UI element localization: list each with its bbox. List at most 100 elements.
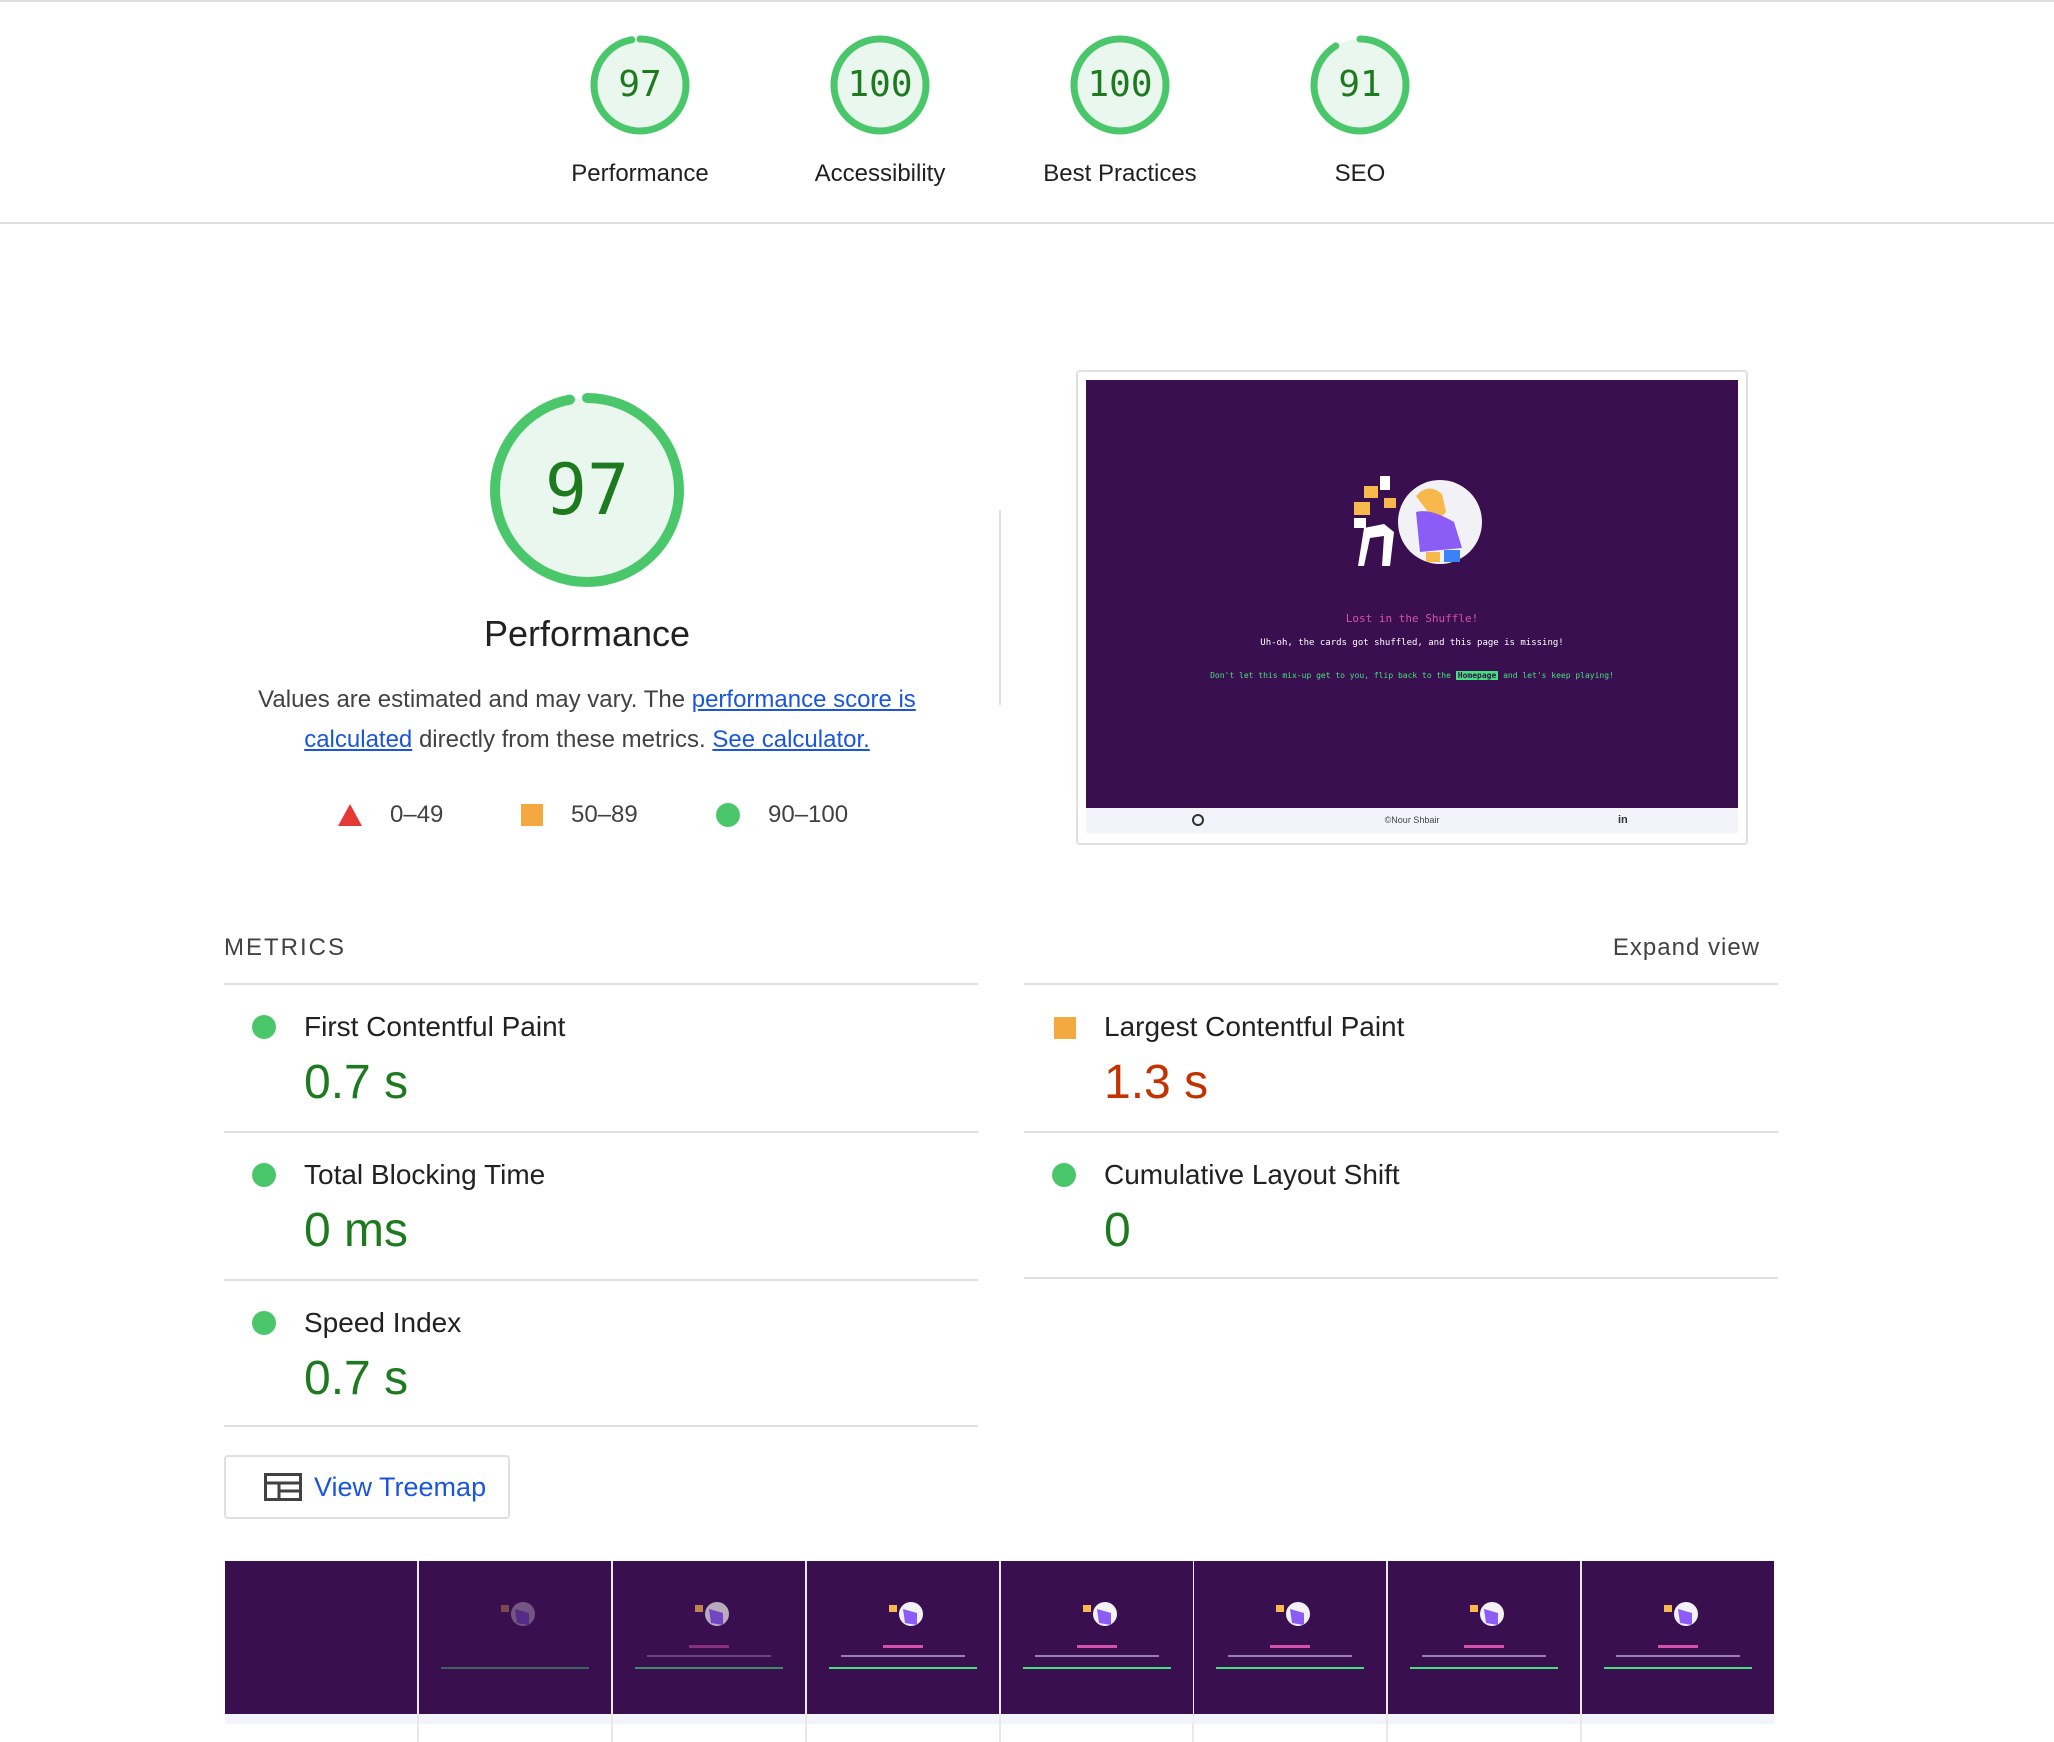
metric-name: Speed Index [304, 1307, 462, 1338]
divider [999, 510, 1001, 705]
frame-text-line [1270, 1645, 1311, 1648]
metric-name: Largest Contentful Paint [1104, 1011, 1405, 1042]
frame-text-line [1616, 1655, 1741, 1657]
metrics-heading: METRICS [224, 934, 346, 961]
legend-fail: 0–49 [338, 800, 443, 830]
score-summary-bar: 97 Performance 100 Accessibility 100 Bes… [0, 0, 2054, 224]
triangle-icon [338, 804, 362, 826]
filmstrip-frame [1000, 1561, 1195, 1742]
pass-icon [252, 1015, 276, 1039]
frame-text-line [1604, 1667, 1753, 1669]
preview-subtitle: Uh-oh, the cards got shuffled, and this … [1260, 638, 1564, 648]
frame-illustration [888, 1602, 923, 1626]
metric-first-contentful-paint: First Contentful Paint 0.7 s [224, 983, 978, 1131]
frame-screen [1194, 1561, 1387, 1714]
performance-gauge: 97 [487, 390, 687, 590]
frame-screen [612, 1561, 805, 1714]
metric-value: 1.3 s [1104, 1056, 1209, 1109]
frame-text-line [688, 1645, 729, 1648]
score-gauge-accessibility[interactable]: 100 Accessibility [760, 32, 1000, 188]
performance-description: Values are estimated and may vary. The p… [247, 680, 927, 760]
metric-largest-contentful-paint: Largest Contentful Paint 1.3 s [1024, 983, 1778, 1131]
filmstrip-frame [612, 1561, 807, 1742]
frame-text-line [1022, 1667, 1171, 1669]
frame-footer [225, 1714, 417, 1724]
score-value: 100 [1087, 64, 1153, 105]
metric-value: 0.7 s [304, 1056, 409, 1109]
performance-title: Performance [483, 613, 691, 654]
frame-screen [1000, 1561, 1193, 1714]
score-value: 100 [847, 64, 913, 105]
frame-footer [1582, 1714, 1775, 1724]
score-value: 97 [618, 64, 662, 105]
score-label: SEO [1334, 160, 1386, 187]
gauge-ring: 100 [1067, 32, 1173, 138]
desc-text: directly from these metrics. [412, 726, 713, 753]
legend-range: 50–89 [571, 801, 638, 828]
pass-icon [252, 1311, 276, 1335]
view-treemap-button[interactable]: View Treemap [224, 1455, 510, 1519]
see-calculator-link[interactable]: See calculator. [712, 726, 869, 753]
score-value: 91 [1338, 64, 1382, 105]
filmstrip-frame [1194, 1561, 1389, 1742]
expand-view-toggle[interactable]: Expand view [1586, 934, 1760, 962]
final-screenshot[interactable]: Lost in the Shuffle! Uh-oh, the cards go… [1076, 370, 1748, 845]
frame-screen [225, 1561, 417, 1714]
legend-range: 90–100 [768, 801, 849, 828]
frame-text-line [1034, 1655, 1159, 1657]
frame-screen [418, 1561, 611, 1714]
metric-speed-index: Speed Index 0.7 s [224, 1279, 978, 1427]
preview-message-text: Don't let this mix-up get to you, flip b… [1210, 671, 1456, 680]
frame-illustration [1276, 1602, 1311, 1626]
legend-pass: 90–100 [716, 800, 848, 830]
gauge-ring: 100 [827, 32, 933, 138]
preview-message: Don't let this mix-up get to you, flip b… [1086, 671, 1738, 680]
legend-range: 0–49 [390, 801, 444, 828]
metric-value: 0 ms [304, 1204, 409, 1257]
preview-title: Lost in the Shuffle! [1345, 612, 1479, 625]
filmstrip-frame [418, 1561, 613, 1742]
frame-text-line [1464, 1645, 1505, 1648]
filmstrip-frame [1388, 1561, 1583, 1742]
frame-footer [1000, 1714, 1193, 1724]
frame-screen [1582, 1561, 1775, 1714]
frame-illustration [694, 1602, 729, 1626]
pass-icon [1052, 1163, 1076, 1187]
score-gauge-best-practices[interactable]: 100 Best Practices [1000, 32, 1240, 188]
frame-footer [1388, 1714, 1581, 1724]
frame-footer [418, 1714, 611, 1724]
metric-total-blocking-time: Total Blocking Time 0 ms [224, 1131, 978, 1279]
score-gauge-seo[interactable]: 91 SEO [1240, 32, 1480, 188]
frame-footer [806, 1714, 999, 1724]
card-illustration [1354, 476, 1482, 566]
screenshot-footer: ©Nour Shbair in [1086, 808, 1738, 833]
frame-screen [806, 1561, 999, 1714]
metric-name: First Contentful Paint [304, 1011, 566, 1042]
pass-icon [252, 1163, 276, 1187]
legend-average: 50–89 [521, 800, 638, 830]
metric-value: 0.7 s [304, 1352, 409, 1405]
frame-text-line [634, 1667, 783, 1669]
screenshot-page: Lost in the Shuffle! Uh-oh, the cards go… [1086, 380, 1738, 808]
frame-text-line [1422, 1655, 1547, 1657]
frame-text-line [882, 1645, 923, 1648]
frame-illustration [500, 1602, 535, 1626]
metric-name: Total Blocking Time [304, 1159, 546, 1190]
score-label: Best Practices [1043, 160, 1197, 187]
load-filmstrip [225, 1561, 1776, 1742]
frame-text-line [646, 1655, 771, 1657]
score-label: Performance [571, 160, 709, 187]
frame-text-line [1228, 1655, 1353, 1657]
frame-text-line [1076, 1645, 1117, 1648]
footer-credit: ©Nour Shbair [1384, 815, 1440, 825]
score-gauge-performance[interactable]: 97 Performance [520, 32, 760, 188]
frame-illustration [1664, 1602, 1699, 1626]
preview-message-text: and let's keep playing! [1498, 671, 1614, 680]
frame-text-line [440, 1667, 589, 1669]
circle-icon [716, 803, 740, 827]
filmstrip-frame [1582, 1561, 1776, 1742]
average-icon [1054, 1017, 1076, 1039]
performance-score: 97 [544, 449, 630, 531]
linkedin-icon: in [1618, 814, 1628, 826]
frame-footer [612, 1714, 805, 1724]
